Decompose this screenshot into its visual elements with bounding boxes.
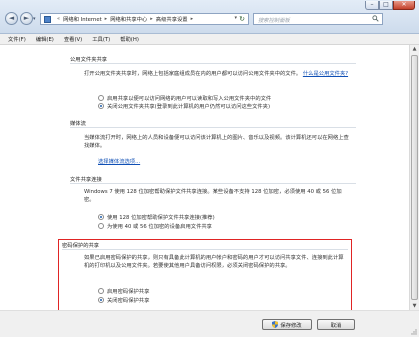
menu-view[interactable]: 查看(V) (64, 35, 82, 43)
save-changes-button[interactable]: 保存修改 (262, 319, 312, 330)
public-folder-disable-option[interactable]: 关闭公用文件夹共享(登录到此计算机的用户仍然可以访问这些文件夹) (98, 102, 270, 110)
scroll-up-icon[interactable]: ▲ (411, 46, 418, 52)
radio-button[interactable] (98, 95, 104, 101)
maximize-button[interactable]: □ (379, 1, 393, 10)
password-enable-option[interactable]: 启用密码保护共享 (98, 287, 149, 295)
search-input[interactable]: 搜索控制面板 (253, 13, 383, 25)
address-bar[interactable]: « 网络和 Internet ▸ 网络和共享中心 ▸ 高级共享设置 ▸ ▾ ↻ (40, 13, 249, 25)
cancel-label: 取消 (330, 322, 342, 329)
breadcrumb-network-internet[interactable]: 网络和 Internet (63, 15, 102, 23)
resize-grip-icon[interactable] (409, 327, 417, 335)
media-stream-options-link[interactable]: 选择媒体流选项... (98, 157, 140, 165)
close-button[interactable]: ✕ (393, 1, 415, 10)
public-folder-help-link[interactable]: 什么是公用文件夹? (303, 71, 348, 77)
search-placeholder: 搜索控制面板 (258, 18, 290, 24)
password-disable-option[interactable]: 关闭密码保护共享 (98, 296, 149, 304)
forward-button[interactable]: ► (20, 12, 33, 25)
file-sharing-title: 文件共享连接 (70, 177, 102, 183)
public-folder-desc: 打开公用文件夹共享时，网络上包括家庭组成员在内的用户都可以访问公用文件夹中的文件… (84, 70, 352, 78)
radio-button[interactable] (98, 288, 104, 294)
media-desc: 当媒体流打开时，网络上的人员和设备便可以访问该计算机上的图片、音乐以及视频。该计… (84, 135, 349, 150)
encryption-40-56-option[interactable]: 为使用 40 或 56 位加密的设备启用文件共享 (98, 222, 212, 230)
public-folder-enable-option[interactable]: 启用共享以便可以访问网络的用户可以读取和写入公用文件夹中的文件 (98, 94, 271, 102)
breadcrumb-separator-icon[interactable]: ▸ (150, 16, 153, 22)
option-label: 关闭密码保护共享 (107, 298, 150, 304)
control-panel-icon (44, 15, 51, 23)
option-label: 启用密码保护共享 (107, 289, 150, 295)
save-changes-label: 保存修改 (280, 322, 302, 329)
footer-bar: 保存修改 取消 (0, 310, 419, 337)
menu-edit[interactable]: 编辑(E) (36, 35, 54, 43)
option-label: 使用 128 位加密帮助保护文件共享连接(推荐) (107, 215, 215, 221)
title-bar: – □ ✕ ◄ ► ▾ « 网络和 Internet ▸ 网络和共享中心 ▸ 高… (0, 0, 419, 34)
section-divider (70, 183, 356, 184)
password-sharing-desc: 如果已启用密码保护的共享，则只有具备此计算机的用户帐户和密码的用户才可以访问共享… (84, 255, 344, 270)
radio-button-selected[interactable] (98, 103, 104, 109)
search-icon[interactable] (372, 15, 379, 22)
refresh-icon[interactable]: ↻ (237, 14, 247, 24)
public-folder-desc-text: 打开公用文件夹共享时，网络上包括家庭组成员在内的用户都可以访问公用文件夹中的文件… (84, 71, 302, 77)
media-title: 媒体流 (70, 121, 86, 127)
scroll-down-icon[interactable]: ▼ (411, 303, 418, 309)
breadcrumb-advanced-sharing[interactable]: 高级共享设置 (156, 15, 188, 23)
option-label: 关闭公用文件夹共享(登录到此计算机的用户仍然可以访问这些文件夹) (107, 104, 271, 110)
radio-button-selected[interactable] (98, 297, 104, 303)
scroll-thumb[interactable] (411, 55, 418, 300)
radio-button[interactable] (98, 223, 104, 229)
breadcrumb-separator-icon[interactable]: ▸ (105, 16, 108, 22)
cancel-button[interactable]: 取消 (317, 319, 355, 330)
file-sharing-desc: Windows 7 使用 128 位加密帮助保护文件共享连接。某些设备不支持 1… (84, 189, 342, 204)
menu-help[interactable]: 帮助(H) (120, 35, 139, 43)
section-divider (62, 249, 348, 250)
public-folder-title: 公用文件夹共享 (70, 57, 108, 63)
menu-file[interactable]: 文件(F) (8, 35, 26, 43)
menu-tools[interactable]: 工具(T) (92, 35, 110, 43)
breadcrumb-network-sharing-center[interactable]: 网络和共享中心 (110, 15, 147, 23)
recent-pages-dropdown-icon[interactable]: ▾ (33, 16, 36, 22)
breadcrumb-separator-icon[interactable]: ▸ (191, 16, 194, 22)
vertical-scrollbar[interactable]: ▲ ▼ (409, 45, 419, 310)
radio-button-selected[interactable] (98, 214, 104, 220)
back-button[interactable]: ◄ (5, 12, 18, 25)
option-label: 为使用 40 或 56 位加密的设备启用文件共享 (107, 224, 212, 230)
option-label: 启用共享以便可以访问网络的用户可以读取和写入公用文件夹中的文件 (107, 96, 272, 102)
menu-bar: 文件(F) 编辑(E) 查看(V) 工具(T) 帮助(H) (0, 34, 419, 45)
minimize-button[interactable]: – (365, 1, 379, 10)
caption-buttons: – □ ✕ (365, 1, 415, 10)
uac-shield-icon (272, 321, 279, 328)
section-divider (70, 127, 356, 128)
password-sharing-title: 密码保护的共享 (62, 243, 100, 249)
encryption-128-option[interactable]: 使用 128 位加密帮助保护文件共享连接(推荐) (98, 213, 215, 221)
address-prefix[interactable]: « (57, 16, 60, 22)
section-divider (70, 63, 356, 64)
